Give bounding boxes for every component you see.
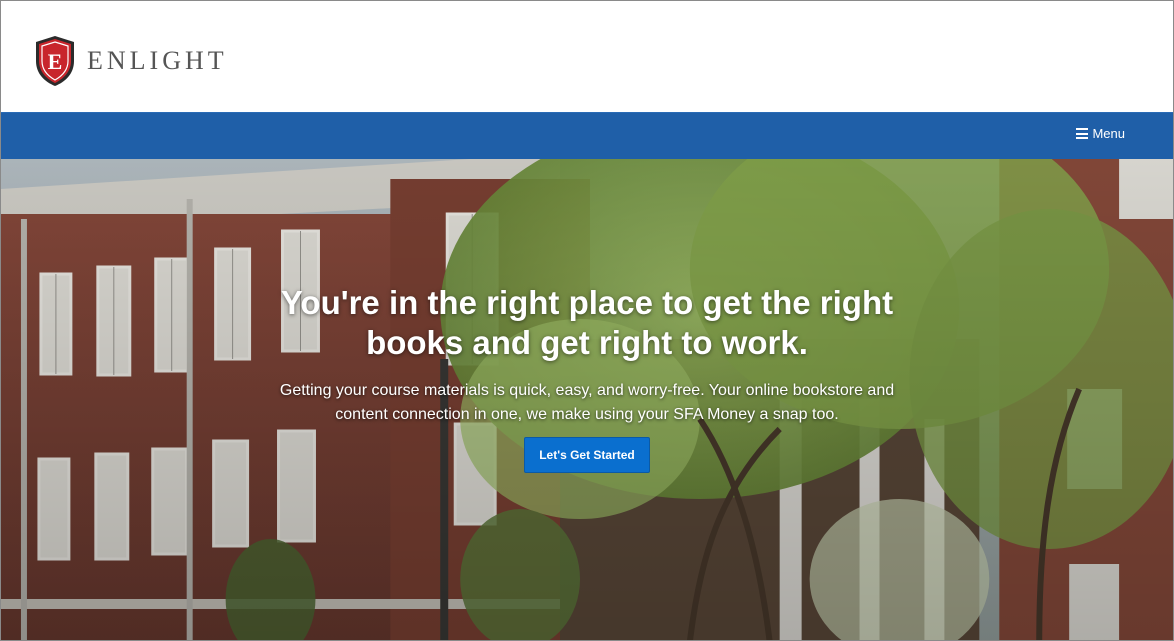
hamburger-icon	[1076, 128, 1089, 139]
menu-button[interactable]: Menu	[1076, 126, 1125, 141]
hero-banner: You're in the right place to get the rig…	[1, 159, 1173, 640]
hero-content: You're in the right place to get the rig…	[1, 283, 1173, 473]
hero-subtitle: Getting your course materials is quick, …	[279, 382, 895, 423]
svg-text:E: E	[48, 49, 63, 74]
hero-title: You're in the right place to get the rig…	[280, 284, 894, 361]
main-navbar: Menu	[1, 112, 1173, 159]
get-started-button[interactable]: Let's Get Started	[524, 437, 650, 473]
browser-page: E ENLIGHT Menu You're in the right place…	[0, 0, 1174, 641]
site-header: E ENLIGHT	[1, 1, 1173, 112]
brand-name: ENLIGHT	[87, 46, 228, 75]
menu-label: Menu	[1092, 126, 1125, 141]
site-logo[interactable]: E ENLIGHT	[33, 35, 228, 87]
shield-logo-icon: E	[36, 36, 74, 86]
